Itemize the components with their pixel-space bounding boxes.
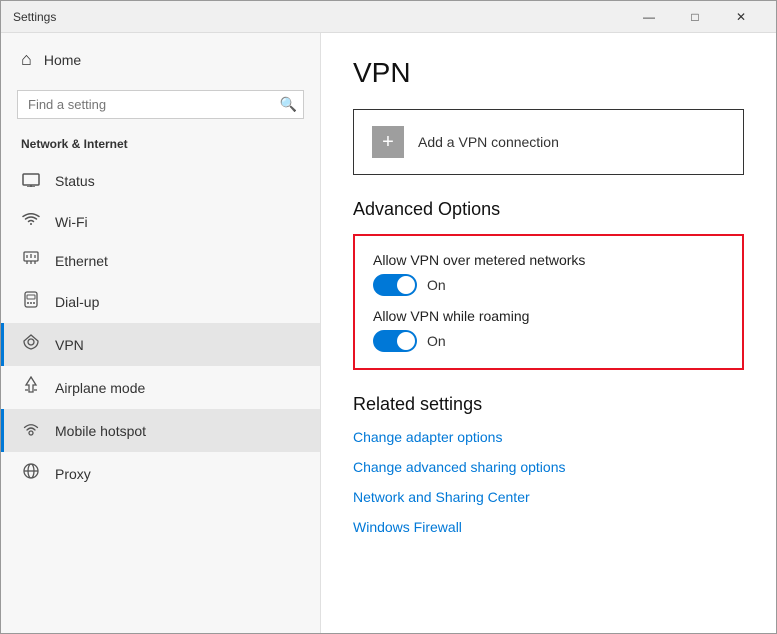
- add-vpn-label: Add a VPN connection: [418, 134, 559, 150]
- sidebar-item-wifi-label: Wi-Fi: [55, 214, 88, 230]
- content-area: ⌂ Home 🔍 Network & Internet Status: [1, 33, 776, 633]
- sidebar-home-label: Home: [44, 52, 81, 68]
- proxy-icon: [21, 462, 41, 485]
- dialup-icon: [21, 290, 41, 313]
- sidebar-item-status[interactable]: Status: [1, 159, 320, 202]
- change-adapter-link[interactable]: Change adapter options: [353, 429, 744, 445]
- sidebar: ⌂ Home 🔍 Network & Internet Status: [1, 33, 321, 633]
- toggle-roaming-state: On: [427, 333, 446, 349]
- search-icon[interactable]: 🔍: [280, 96, 297, 113]
- window-controls: — □ ✕: [626, 1, 764, 33]
- title-bar: Settings — □ ✕: [1, 1, 776, 33]
- toggle-roaming-switch[interactable]: [373, 330, 417, 352]
- toggle-roaming-label: Allow VPN while roaming: [373, 308, 724, 324]
- add-vpn-button[interactable]: + Add a VPN connection: [353, 109, 744, 175]
- page-title: VPN: [353, 57, 744, 89]
- sidebar-item-vpn-label: VPN: [55, 337, 84, 353]
- settings-window: Settings — □ ✕ ⌂ Home 🔍 Network & Intern…: [0, 0, 777, 634]
- sidebar-item-vpn[interactable]: VPN: [1, 323, 320, 366]
- ethernet-icon: [21, 251, 41, 270]
- wifi-icon: [21, 212, 41, 231]
- status-icon: [21, 169, 41, 192]
- sidebar-item-status-label: Status: [55, 173, 95, 189]
- sidebar-item-ethernet-label: Ethernet: [55, 253, 108, 269]
- sidebar-item-dialup-label: Dial-up: [55, 294, 99, 310]
- windows-firewall-link[interactable]: Windows Firewall: [353, 519, 744, 535]
- sidebar-item-dialup[interactable]: Dial-up: [1, 280, 320, 323]
- hotspot-icon: [21, 419, 41, 442]
- window-title: Settings: [13, 10, 626, 24]
- change-sharing-link[interactable]: Change advanced sharing options: [353, 459, 744, 475]
- search-input[interactable]: [18, 91, 303, 118]
- toggle-metered-state: On: [427, 277, 446, 293]
- add-icon: +: [372, 126, 404, 158]
- sidebar-item-wifi[interactable]: Wi-Fi: [1, 202, 320, 241]
- minimize-button[interactable]: —: [626, 1, 672, 33]
- related-settings-title: Related settings: [353, 394, 744, 415]
- sidebar-item-proxy[interactable]: Proxy: [1, 452, 320, 495]
- maximize-button[interactable]: □: [672, 1, 718, 33]
- sidebar-item-proxy-label: Proxy: [55, 466, 91, 482]
- toggle-metered-switch[interactable]: [373, 274, 417, 296]
- sidebar-item-airplane[interactable]: Airplane mode: [1, 366, 320, 409]
- advanced-options-title: Advanced Options: [353, 199, 744, 220]
- sidebar-item-hotspot-label: Mobile hotspot: [55, 423, 146, 439]
- vpn-icon: [21, 333, 41, 356]
- advanced-options-box: Allow VPN over metered networks On Allow…: [353, 234, 744, 370]
- close-button[interactable]: ✕: [718, 1, 764, 33]
- network-center-link[interactable]: Network and Sharing Center: [353, 489, 744, 505]
- home-icon: ⌂: [21, 49, 32, 70]
- airplane-icon: [21, 376, 41, 399]
- toggle-metered-row: Allow VPN over metered networks On: [373, 252, 724, 296]
- toggle-roaming-control: On: [373, 330, 724, 352]
- search-box: 🔍: [17, 90, 304, 119]
- toggle-metered-label: Allow VPN over metered networks: [373, 252, 724, 268]
- toggle-metered-control: On: [373, 274, 724, 296]
- sidebar-category: Network & Internet: [1, 131, 320, 159]
- sidebar-item-airplane-label: Airplane mode: [55, 380, 145, 396]
- sidebar-home[interactable]: ⌂ Home: [1, 33, 320, 86]
- toggle-roaming-row: Allow VPN while roaming On: [373, 308, 724, 352]
- sidebar-item-hotspot[interactable]: Mobile hotspot: [1, 409, 320, 452]
- main-content: VPN + Add a VPN connection Advanced Opti…: [321, 33, 776, 633]
- sidebar-item-ethernet[interactable]: Ethernet: [1, 241, 320, 280]
